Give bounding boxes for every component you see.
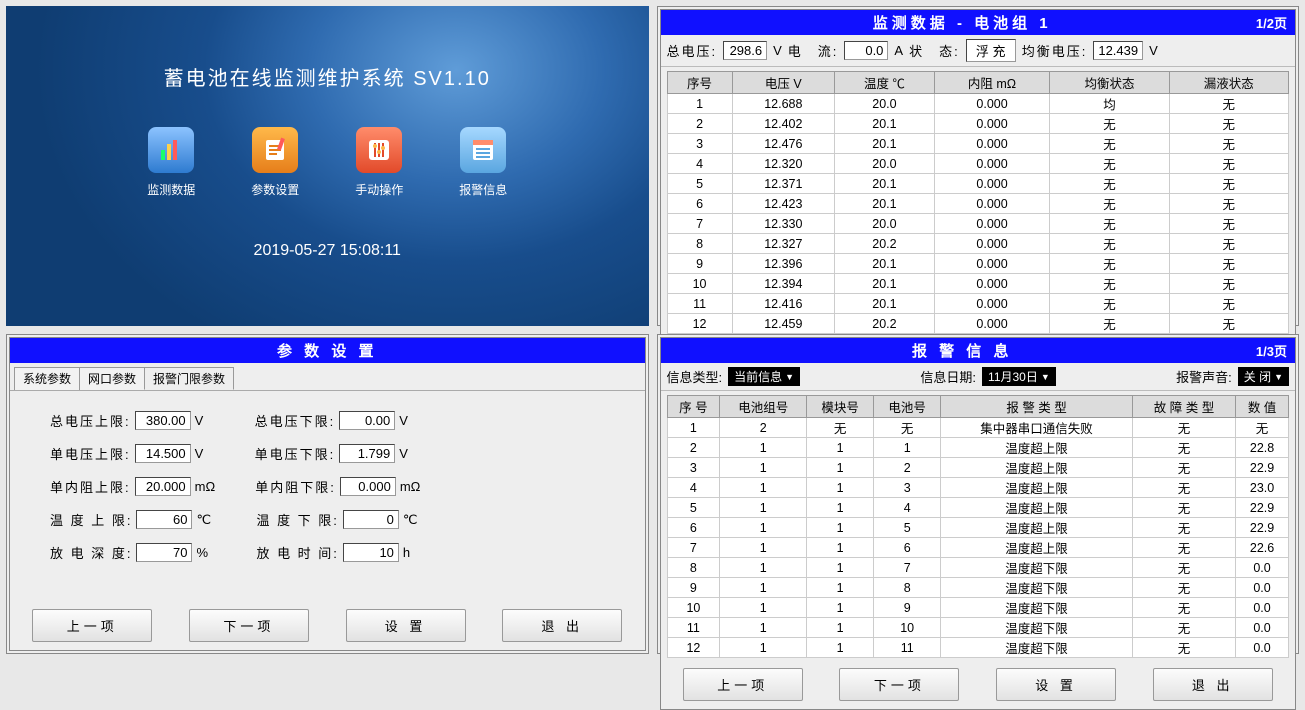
table-row: 12无无集中器串口通信失败无无 (667, 418, 1289, 438)
table-row: 3112温度超上限无22.9 (667, 458, 1289, 478)
table-row: 5114温度超上限无22.9 (667, 498, 1289, 518)
current-value: 0.0 (844, 41, 888, 60)
table-row: 121111温度超下限无0.0 (667, 638, 1289, 658)
param-input[interactable]: 20.000 (135, 477, 191, 496)
prev-item-button[interactable]: 上一项 (683, 668, 803, 701)
table-row: 612.42320.10.000无无 (667, 194, 1289, 214)
table-row: 1012.39420.10.000无无 (667, 274, 1289, 294)
param-input[interactable]: 60 (136, 510, 192, 529)
menu-params[interactable]: 参数设置 (251, 127, 299, 198)
state-value: 浮 充 (966, 39, 1016, 62)
next-item-button[interactable]: 下一项 (839, 668, 959, 701)
table-row: 8117温度超下限无0.0 (667, 558, 1289, 578)
alarm-page: 1/3页 (1256, 341, 1287, 360)
table-row: 6115温度超上限无22.9 (667, 518, 1289, 538)
param-input[interactable]: 380.00 (135, 411, 191, 430)
alarm-titlebar: 报 警 信 息 1/3页 (661, 338, 1296, 363)
set-button[interactable]: 设 置 (346, 609, 466, 642)
param-input[interactable]: 14.500 (135, 444, 191, 463)
exit-button[interactable]: 退 出 (502, 609, 622, 642)
param-input[interactable]: 1.799 (339, 444, 395, 463)
exit-button[interactable]: 退 出 (1153, 668, 1273, 701)
param-input[interactable]: 10 (343, 543, 399, 562)
alarm-table: 序 号电池组号模块号电池号报 警 类 型故 障 类 型数 值 12无无集中器串口… (667, 395, 1290, 658)
params-form: 总电压上限:380.00V总电压下限:0.00V单电压上限:14.500V单电压… (10, 391, 645, 601)
monitor-table: 序号电压 V温度 ℃内阻 mΩ均衡状态漏液状态 112.68820.00.000… (667, 71, 1290, 334)
table-row: 912.39620.10.000无无 (667, 254, 1289, 274)
total-voltage: 298.6 (723, 41, 767, 60)
set-button[interactable]: 设 置 (996, 668, 1116, 701)
table-row: 712.33020.00.000无无 (667, 214, 1289, 234)
param-input[interactable]: 0.00 (339, 411, 395, 430)
datetime-display: 2019-05-27 15:08:11 (254, 242, 401, 260)
table-row: 2111温度超上限无22.8 (667, 438, 1289, 458)
table-row: 812.32720.20.000无无 (667, 234, 1289, 254)
param-input[interactable]: 0.000 (340, 477, 396, 496)
tab-network[interactable]: 网口参数 (79, 367, 145, 390)
alarm-sound-select[interactable]: 关 闭 (1238, 367, 1289, 386)
table-row: 312.47620.10.000无无 (667, 134, 1289, 154)
list-icon (460, 127, 506, 173)
splash-panel: 蓄电池在线监测维护系统 SV1.10 监测数据 参数设置 手动操作 (6, 6, 649, 326)
prev-item-button[interactable]: 上一项 (32, 609, 152, 642)
table-row: 512.37120.10.000无无 (667, 174, 1289, 194)
table-row: 1112.41620.10.000无无 (667, 294, 1289, 314)
monitor-page: 1/2页 (1256, 13, 1287, 32)
monitor-titlebar: 监测数据 - 电池组 1 1/2页 (661, 10, 1296, 35)
table-row: 212.40220.10.000无无 (667, 114, 1289, 134)
avg-voltage: 12.439 (1093, 41, 1143, 60)
params-tabs: 系统参数 网口参数 报警门限参数 (10, 363, 645, 391)
next-item-button[interactable]: 下一项 (189, 609, 309, 642)
table-row: 4113温度超上限无23.0 (667, 478, 1289, 498)
table-row: 9118温度超下限无0.0 (667, 578, 1289, 598)
menu-alarm[interactable]: 报警信息 (459, 127, 507, 198)
monitor-panel: 监测数据 - 电池组 1 1/2页 总电压: 298.6 V 电 流: 0.0 … (657, 6, 1300, 326)
table-row: 412.32020.00.000无无 (667, 154, 1289, 174)
menu-monitor[interactable]: 监测数据 (147, 127, 195, 198)
params-panel: 参 数 设 置 系统参数 网口参数 报警门限参数 总电压上限:380.00V总电… (6, 334, 649, 654)
info-type-select[interactable]: 当前信息 (728, 367, 800, 386)
table-row: 1212.45920.20.000无无 (667, 314, 1289, 334)
app-title: 蓄电池在线监测维护系统 SV1.10 (164, 62, 491, 91)
menu-manual[interactable]: 手动操作 (355, 127, 403, 198)
chart-icon (148, 127, 194, 173)
table-row: 10119温度超下限无0.0 (667, 598, 1289, 618)
sliders-icon (356, 127, 402, 173)
tab-system[interactable]: 系统参数 (14, 367, 80, 390)
info-date-select[interactable]: 11月30日 (982, 367, 1056, 386)
table-row: 7116温度超上限无22.6 (667, 538, 1289, 558)
alarm-panel: 报 警 信 息 1/3页 信息类型: 当前信息 信息日期: 11月30日 报警声… (657, 334, 1300, 654)
tab-alarm-limits[interactable]: 报警门限参数 (144, 367, 234, 390)
params-titlebar: 参 数 设 置 (10, 338, 645, 363)
monitor-summary: 总电压: 298.6 V 电 流: 0.0 A 状 态: 浮 充 均衡电压: 1… (661, 35, 1296, 67)
table-row: 111110温度超下限无0.0 (667, 618, 1289, 638)
main-menu: 监测数据 参数设置 手动操作 报警信息 (147, 127, 507, 198)
alarm-filters: 信息类型: 当前信息 信息日期: 11月30日 报警声音: 关 闭 (661, 363, 1296, 391)
param-input[interactable]: 0 (343, 510, 399, 529)
param-input[interactable]: 70 (136, 543, 192, 562)
table-row: 112.68820.00.000均无 (667, 94, 1289, 114)
notepad-icon (252, 127, 298, 173)
